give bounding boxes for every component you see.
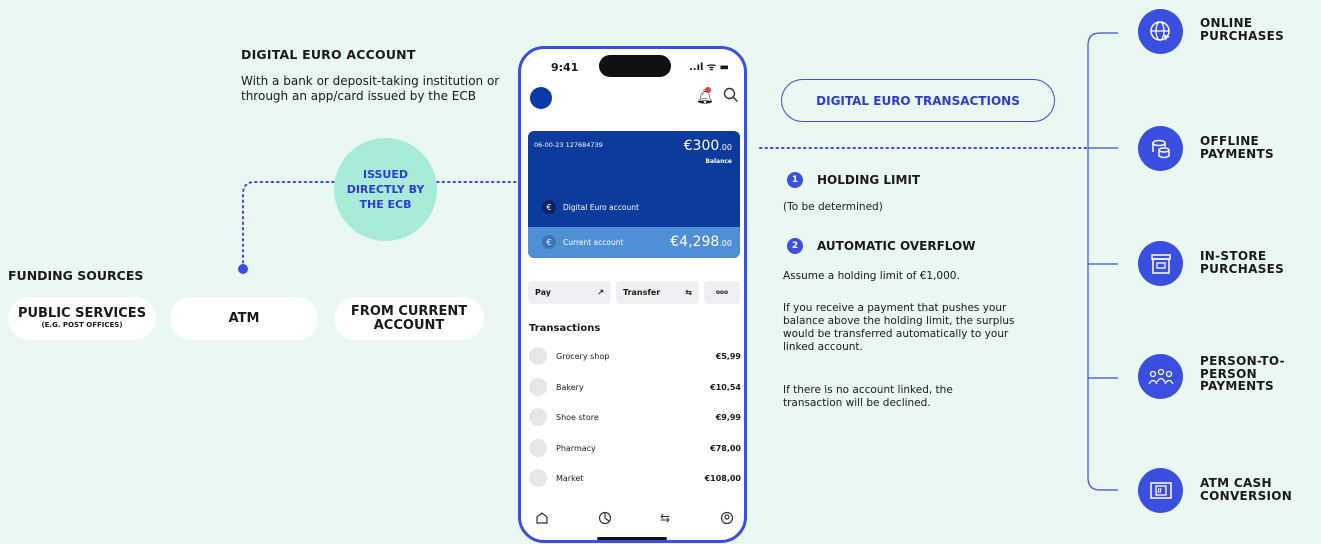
search-icon[interactable]: [723, 87, 739, 107]
transaction-row[interactable]: Bakery €10,54: [529, 377, 741, 397]
transaction-amount: €108,00: [704, 473, 741, 483]
source-public-services: PUBLIC SERVICES (E.G. POST OFFICES): [8, 297, 156, 340]
overflow-text-3: If there is no account linked, the trans…: [783, 384, 953, 409]
section-title: AUTOMATIC OVERFLOW: [817, 239, 976, 253]
offline-payments-label: OFFLINE PAYMENTS: [1200, 134, 1274, 161]
transfer-button[interactable]: Transfer ⇆: [616, 281, 699, 304]
transaction-name: Pharmacy: [556, 443, 596, 453]
merchant-avatar: [529, 347, 547, 365]
number-badge: 1: [787, 172, 803, 188]
section-title: HOLDING LIMIT: [817, 173, 921, 187]
euro-icon: €: [542, 235, 556, 249]
transaction-name: Bakery: [556, 382, 584, 392]
home-indicator: [597, 537, 667, 540]
overflow-text-2: If you receive a payment that pushes you…: [783, 302, 1015, 353]
status-time: 9:41: [551, 61, 579, 74]
current-account-amount: €4,298.00: [670, 234, 732, 250]
funding-title: FUNDING SOURCES: [8, 268, 144, 283]
transaction-amount: €10,54: [710, 382, 741, 392]
number-badge: 2: [787, 238, 803, 254]
digital-euro-card[interactable]: 06-00-23 127684739 €300.00 Balance € Dig…: [528, 131, 740, 227]
euro-icon: €: [542, 200, 556, 214]
transfer-nav-icon[interactable]: ⇆: [660, 511, 670, 525]
source-label: FROM CURRENT ACCOUNT: [350, 303, 468, 333]
notification-dot: [705, 87, 711, 93]
transfer-icon: ⇆: [685, 288, 692, 297]
online-purchases-label: ONLINE PURCHASES: [1200, 16, 1285, 43]
current-account-label: Current account: [563, 237, 624, 247]
status-icons: ..ıl ᯤ ▬: [689, 62, 729, 73]
store-icon: [1138, 241, 1183, 286]
transaction-row[interactable]: Pharmacy €78,00: [529, 438, 741, 458]
merchant-avatar: [529, 408, 547, 426]
transaction-amount: €5,99: [715, 351, 741, 361]
issued-badge: ISSUED DIRECTLY BY THE ECB: [334, 138, 437, 241]
in-store-purchases-label: IN-STORE PURCHASES: [1200, 249, 1285, 276]
source-label: PUBLIC SERVICES: [17, 306, 147, 321]
transaction-amount: €9,99: [715, 412, 741, 422]
transaction-name: Grocery shop: [556, 351, 610, 361]
more-button[interactable]: ooo: [704, 281, 740, 304]
merchant-avatar: [529, 439, 547, 457]
digital-euro-transactions-box: DIGITAL EURO TRANSACTIONS: [781, 79, 1055, 122]
issued-text: ISSUED DIRECTLY BY THE ECB: [346, 168, 425, 211]
account-title: DIGITAL EURO ACCOUNT: [241, 47, 416, 62]
section-automatic-overflow: 2 AUTOMATIC OVERFLOW: [787, 238, 975, 254]
transaction-amount: €78,00: [710, 443, 741, 453]
section-holding-limit: 1 HOLDING LIMIT: [787, 172, 920, 188]
coins-icon: [1138, 126, 1183, 171]
more-icon: ooo: [715, 289, 729, 296]
source-current-account: FROM CURRENT ACCOUNT: [334, 297, 484, 340]
transaction-name: Shoe store: [556, 412, 599, 422]
atm-icon: [1138, 468, 1183, 513]
digital-euro-label: Digital Euro account: [563, 202, 639, 212]
card-balance-label: Balance: [705, 158, 732, 165]
dynamic-island: [599, 55, 671, 77]
chart-icon[interactable]: [598, 511, 612, 529]
source-atm: ATM: [170, 297, 318, 340]
arrow-up-right-icon: ↗: [597, 288, 604, 297]
card-balance-amount: €300.00: [683, 138, 732, 154]
source-label: ATM: [228, 310, 260, 326]
transactions-title: Transactions: [529, 323, 601, 334]
transaction-row[interactable]: Market €108,00: [529, 468, 741, 488]
account-description: With a bank or deposit-taking institutio…: [241, 74, 500, 103]
phone-mockup: 9:41 ..ıl ᯤ ▬ 🔔︎ 06-00-23 127684739 €300…: [518, 46, 747, 543]
current-account-row: € Current account: [542, 235, 623, 249]
transaction-row[interactable]: Shoe store €9,99: [529, 407, 741, 427]
atm-cash-conversion-label: ATM CASH CONVERSION: [1200, 476, 1293, 503]
transaction-row[interactable]: Grocery shop €5,99: [529, 346, 741, 366]
merchant-avatar: [529, 469, 547, 487]
transfer-label: Transfer: [623, 288, 661, 297]
merchant-avatar: [529, 378, 547, 396]
overflow-text-1: Assume a holding limit of €1,000.: [783, 270, 960, 282]
home-icon[interactable]: [535, 511, 549, 529]
profile-avatar[interactable]: [530, 87, 552, 109]
connector-dot: [238, 264, 248, 274]
pay-button[interactable]: Pay ↗: [528, 281, 611, 304]
source-sublabel: (E.G. POST OFFICES): [41, 321, 123, 329]
current-account-card[interactable]: € Current account €4,298.00: [528, 227, 740, 258]
globe-cursor-icon: [1138, 9, 1183, 54]
profile-icon[interactable]: [720, 511, 734, 529]
transaction-name: Market: [556, 473, 584, 483]
people-icon: [1138, 354, 1183, 399]
person-to-person-label: PERSON-TO-PERSON PAYMENTS: [1200, 354, 1285, 393]
pay-label: Pay: [535, 288, 552, 297]
digital-euro-row: € Digital Euro account: [542, 200, 639, 214]
holding-limit-text: (To be determined): [783, 201, 883, 213]
card-number: 06-00-23 127684739: [534, 141, 603, 149]
